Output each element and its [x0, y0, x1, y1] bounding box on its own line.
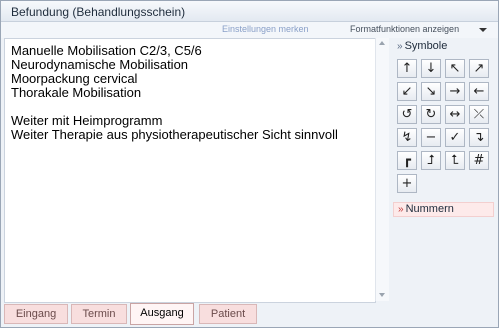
- tab-eingang[interactable]: Eingang: [4, 304, 68, 324]
- arrow-turn-up-left-icon[interactable]: ⮤: [445, 151, 465, 170]
- window-title: Befundung (Behandlungsschein): [11, 5, 186, 19]
- minus-icon[interactable]: −: [421, 128, 441, 147]
- title-bar: Befundung (Behandlungsschein): [1, 1, 498, 22]
- arrow-down-icon[interactable]: ↓: [421, 59, 441, 78]
- cross-arrows-icon[interactable]: ⤫: [469, 105, 489, 124]
- plus-icon[interactable]: +: [397, 174, 417, 193]
- tab-strip: Eingang Termin Ausgang Patient: [1, 303, 498, 327]
- chevron-down-icon[interactable]: [479, 28, 487, 32]
- format-toolbar: Einstellungen merken Formatfunktionen an…: [1, 22, 498, 38]
- arrow-down-right-icon[interactable]: ↘: [421, 82, 441, 101]
- scroll-up-icon[interactable]: [379, 41, 385, 45]
- arrow-right-icon[interactable]: →: [445, 82, 465, 101]
- numbers-section-header[interactable]: » Nummern: [393, 202, 494, 217]
- arrow-down-left-icon[interactable]: ↙: [397, 82, 417, 101]
- befundung-window: Befundung (Behandlungsschein) Einstellun…: [0, 0, 499, 328]
- arrow-left-right-icon[interactable]: ↔: [445, 105, 465, 124]
- scroll-down-icon[interactable]: [379, 293, 385, 297]
- format-functions-toggle[interactable]: Formatfunktionen anzeigen: [350, 24, 459, 34]
- tab-ausgang[interactable]: Ausgang: [130, 303, 194, 325]
- rotate-left-icon[interactable]: ↺: [397, 105, 417, 124]
- editor-scrollbar[interactable]: [375, 38, 389, 301]
- symbols-label: Symbole: [404, 40, 448, 52]
- lightning-arrow-icon[interactable]: ↯: [397, 128, 417, 147]
- arrow-up-left-icon[interactable]: ↖: [445, 59, 465, 78]
- check-icon[interactable]: ✓: [445, 128, 465, 147]
- symbols-section-header[interactable]: » Symbole: [397, 40, 447, 52]
- arrow-up-right-icon[interactable]: ↗: [469, 59, 489, 78]
- double-chevron-right-icon: »: [398, 204, 404, 215]
- arrow-left-icon[interactable]: ←: [469, 82, 489, 101]
- findings-text-editor[interactable]: Manuelle Mobilisation C2/3, C5/6 Neurody…: [4, 38, 376, 303]
- save-settings-link[interactable]: Einstellungen merken: [222, 24, 309, 34]
- tab-termin[interactable]: Termin: [71, 304, 127, 324]
- arrow-up-icon[interactable]: ↑: [397, 59, 417, 78]
- tab-patient[interactable]: Patient: [199, 304, 257, 324]
- corner-icon[interactable]: ┏: [397, 151, 417, 170]
- symbol-panel: » Symbole ↑ ↓ ↖ ↗ ↙ ↘ → ← ↺ ↻ ↔ ⤫ ↯ − ✓ ↴ ┏ ⮥ ⮤ # + » Nummern: [391, 38, 497, 302]
- findings-text[interactable]: Manuelle Mobilisation C2/3, C5/6 Neurody…: [11, 44, 338, 142]
- hash-icon[interactable]: #: [469, 151, 489, 170]
- arrow-turn-up-right-icon[interactable]: ⮥: [421, 151, 441, 170]
- arrow-turn-down-icon[interactable]: ↴: [469, 128, 489, 147]
- double-chevron-down-icon: »: [397, 41, 403, 52]
- numbers-label: Nummern: [405, 203, 454, 215]
- rotate-right-icon[interactable]: ↻: [421, 105, 441, 124]
